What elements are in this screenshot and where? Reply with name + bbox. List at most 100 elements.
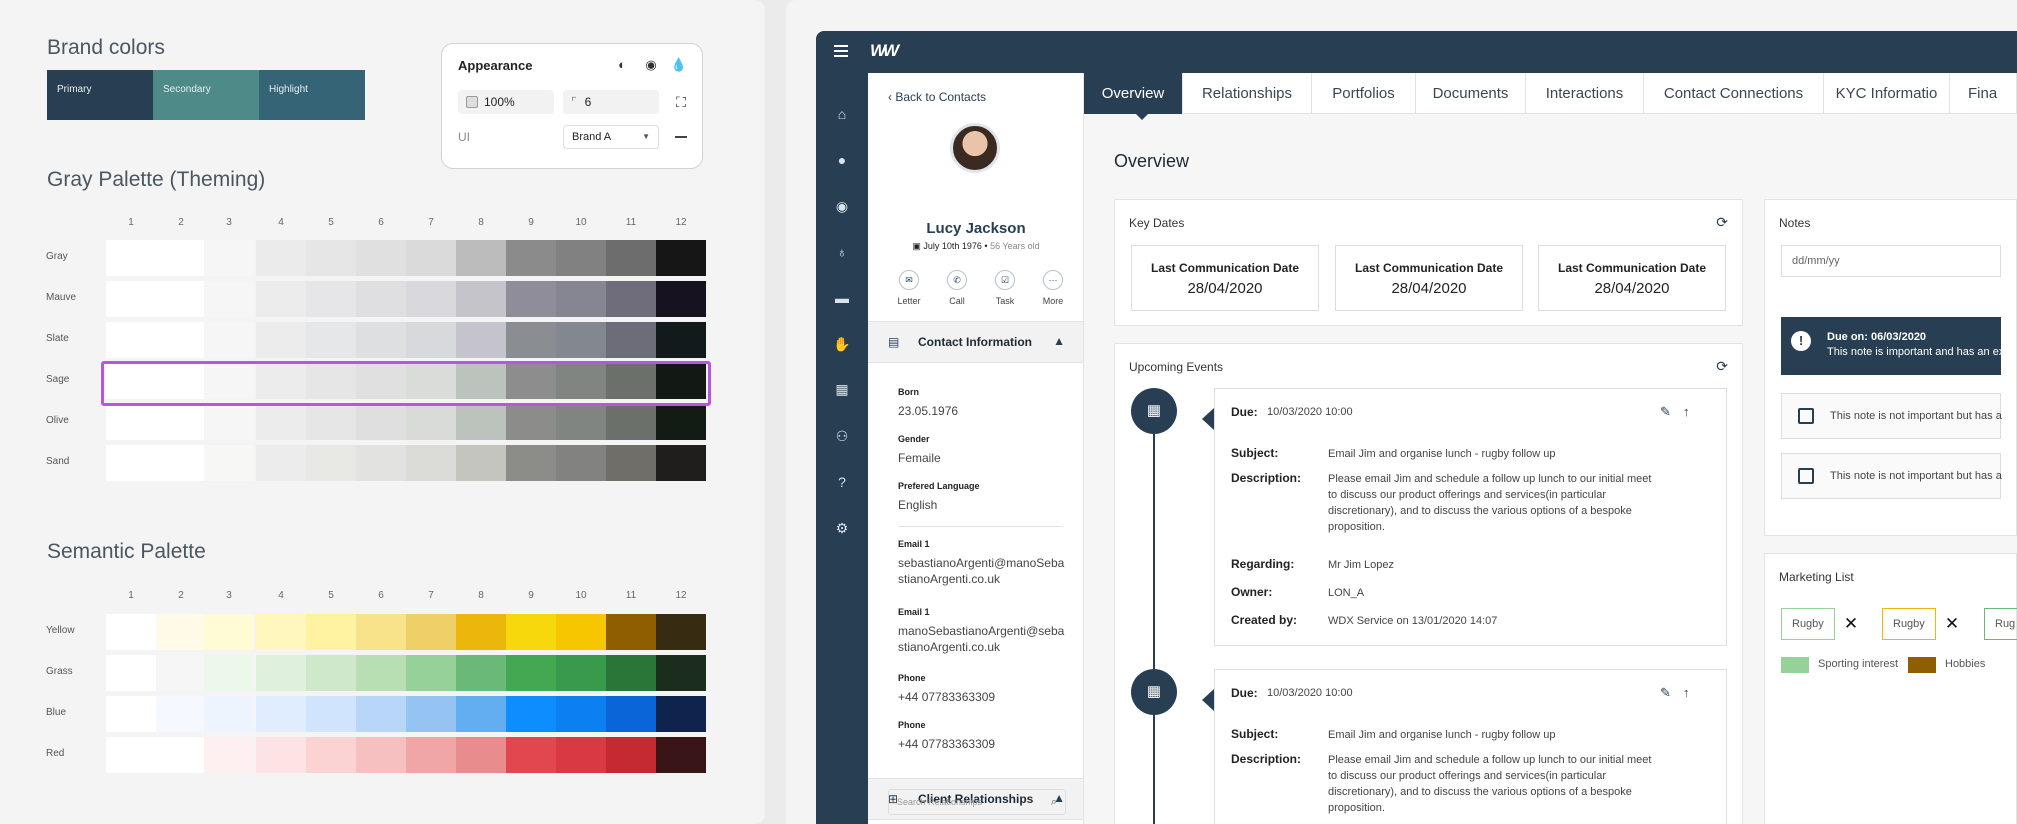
palette-swatch[interactable] bbox=[606, 696, 656, 732]
palette-swatch[interactable] bbox=[106, 655, 156, 691]
brand-swatch-highlight[interactable]: Highlight bbox=[259, 70, 365, 120]
event-card[interactable]: Due: 10/03/2020 10:00 ✎ ↑ Subject: Email… bbox=[1214, 669, 1727, 824]
palette-swatch[interactable] bbox=[356, 240, 406, 276]
palette-swatch[interactable] bbox=[556, 240, 606, 276]
user-icon[interactable]: ● bbox=[833, 151, 851, 169]
menu-icon[interactable] bbox=[834, 45, 848, 57]
palette-swatch[interactable] bbox=[656, 445, 706, 481]
palette-swatch[interactable] bbox=[306, 322, 356, 358]
palette-swatch[interactable] bbox=[656, 281, 706, 317]
palette-swatch[interactable] bbox=[606, 655, 656, 691]
palette-swatch[interactable] bbox=[506, 281, 556, 317]
more-action[interactable]: ··· More bbox=[1033, 270, 1073, 306]
palette-swatch[interactable] bbox=[204, 696, 254, 732]
palette-swatch[interactable] bbox=[656, 240, 706, 276]
palette-swatch[interactable] bbox=[306, 696, 356, 732]
palette-swatch[interactable] bbox=[556, 696, 606, 732]
handshake-icon[interactable]: ✋ bbox=[833, 335, 851, 353]
tab-overview[interactable]: Overview bbox=[1084, 73, 1183, 114]
palette-swatch[interactable] bbox=[306, 655, 356, 691]
palette-swatch[interactable] bbox=[256, 737, 306, 773]
marketing-tag[interactable]: Rugby bbox=[1882, 608, 1936, 640]
palette-swatch[interactable] bbox=[204, 322, 254, 358]
palette-swatch[interactable] bbox=[556, 655, 606, 691]
scale-field[interactable]: 100% bbox=[458, 90, 554, 114]
palette-swatch[interactable] bbox=[106, 322, 156, 358]
relationships-search[interactable]: Search Relationships ⌕ bbox=[888, 789, 1066, 815]
palette-swatch[interactable] bbox=[406, 322, 456, 358]
fullscreen-icon[interactable]: ⛶ bbox=[672, 93, 690, 111]
palette-swatch[interactable] bbox=[506, 445, 556, 481]
brand-swatch-secondary[interactable]: Secondary bbox=[153, 70, 259, 120]
back-link[interactable]: ‹ Back to Contacts bbox=[888, 90, 986, 104]
letter-action[interactable]: ✉ Letter bbox=[889, 270, 929, 306]
palette-swatch[interactable] bbox=[406, 445, 456, 481]
note-item[interactable]: This note is not important but has a bbox=[1781, 393, 2002, 439]
palette-swatch[interactable] bbox=[156, 737, 206, 773]
palette-swatch[interactable] bbox=[556, 737, 606, 773]
palette-swatch[interactable] bbox=[656, 404, 706, 440]
palette-swatch[interactable] bbox=[506, 655, 556, 691]
tab-relationships[interactable]: Relationships bbox=[1183, 73, 1312, 114]
palette-swatch[interactable] bbox=[156, 445, 206, 481]
settings-icon[interactable]: ⚙ bbox=[833, 519, 851, 537]
palette-swatch[interactable] bbox=[306, 404, 356, 440]
palette-swatch[interactable] bbox=[406, 655, 456, 691]
palette-swatch[interactable] bbox=[204, 737, 254, 773]
eye-icon[interactable]: ◉ bbox=[642, 56, 660, 74]
field-value[interactable]: +44 07783363309 bbox=[898, 736, 1068, 752]
palette-swatch[interactable] bbox=[406, 240, 456, 276]
palette-swatch[interactable] bbox=[606, 737, 656, 773]
palette-swatch[interactable] bbox=[156, 655, 206, 691]
field-value[interactable]: manoSebastianoArgenti@sebastianoArgenti.… bbox=[898, 623, 1068, 655]
palette-swatch[interactable] bbox=[456, 614, 506, 650]
palette-swatch[interactable] bbox=[656, 655, 706, 691]
drop-icon[interactable]: 💧 bbox=[670, 56, 688, 74]
palette-swatch[interactable] bbox=[256, 281, 306, 317]
palette-swatch[interactable] bbox=[106, 737, 156, 773]
contact-info-header[interactable]: ▤ Contact Information ▲ bbox=[868, 321, 1083, 363]
palette-swatch[interactable] bbox=[356, 445, 406, 481]
palette-swatch[interactable] bbox=[606, 404, 656, 440]
palette-swatch[interactable] bbox=[156, 240, 206, 276]
palette-swatch[interactable] bbox=[506, 240, 556, 276]
arrow-up-icon[interactable]: ↑ bbox=[1683, 404, 1690, 419]
palette-swatch[interactable] bbox=[256, 445, 306, 481]
close-icon[interactable]: ✕ bbox=[1936, 608, 1968, 640]
palette-swatch[interactable] bbox=[456, 404, 506, 440]
tab-kyc[interactable]: KYC Informatio bbox=[1824, 73, 1950, 114]
palette-swatch[interactable] bbox=[356, 614, 406, 650]
refresh-icon[interactable]: ⟳ bbox=[1716, 214, 1728, 231]
tab-portfolios[interactable]: Portfolios bbox=[1312, 73, 1416, 114]
theme-select[interactable]: Brand A ▼ bbox=[563, 125, 659, 149]
palette-swatch[interactable] bbox=[656, 696, 706, 732]
palette-swatch[interactable] bbox=[456, 737, 506, 773]
palette-swatch[interactable] bbox=[256, 614, 306, 650]
palette-swatch[interactable] bbox=[456, 696, 506, 732]
palette-swatch[interactable] bbox=[356, 737, 406, 773]
palette-swatch[interactable] bbox=[256, 322, 306, 358]
briefcase-icon[interactable]: ▬ bbox=[833, 289, 851, 307]
palette-swatch[interactable] bbox=[156, 614, 206, 650]
palette-swatch[interactable] bbox=[506, 696, 556, 732]
palette-swatch[interactable] bbox=[606, 445, 656, 481]
palette-swatch[interactable] bbox=[406, 614, 456, 650]
palette-swatch[interactable] bbox=[106, 614, 156, 650]
palette-swatch[interactable] bbox=[456, 281, 506, 317]
tab-contact-connections[interactable]: Contact Connections bbox=[1644, 73, 1824, 114]
palette-swatch[interactable] bbox=[106, 281, 156, 317]
users-icon[interactable]: ⚇ bbox=[833, 427, 851, 445]
palette-swatch[interactable] bbox=[306, 281, 356, 317]
palette-swatch[interactable] bbox=[306, 614, 356, 650]
brand-swatch-primary[interactable]: Primary bbox=[47, 70, 153, 120]
palette-swatch[interactable] bbox=[606, 322, 656, 358]
palette-swatch[interactable] bbox=[606, 240, 656, 276]
palette-swatch[interactable] bbox=[456, 322, 506, 358]
palette-swatch[interactable] bbox=[556, 614, 606, 650]
field-value[interactable]: +44 07783363309 bbox=[898, 689, 1068, 705]
palette-swatch[interactable] bbox=[656, 614, 706, 650]
lightbulb-icon[interactable]: ♁ bbox=[833, 243, 851, 261]
minus-icon[interactable] bbox=[675, 136, 687, 138]
palette-swatch[interactable] bbox=[256, 655, 306, 691]
task-action[interactable]: ☑ Task bbox=[985, 270, 1025, 306]
